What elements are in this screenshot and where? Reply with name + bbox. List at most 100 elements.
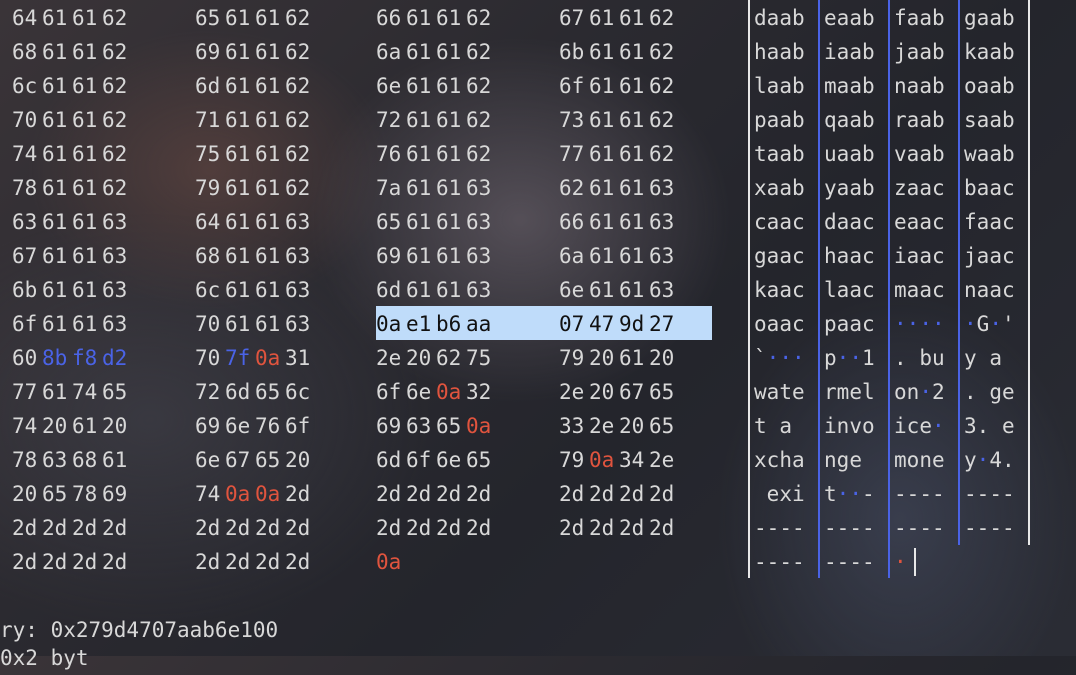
hex-byte[interactable]: 61 bbox=[406, 35, 436, 69]
ascii-chunk[interactable]: laac bbox=[824, 273, 875, 307]
hex-byte[interactable]: 63 bbox=[649, 205, 679, 239]
hex-byte[interactable]: 2d bbox=[466, 477, 496, 511]
hex-byte[interactable]: 65 bbox=[255, 443, 285, 477]
hex-byte[interactable]: 0a bbox=[376, 545, 406, 579]
hex-byte[interactable]: 20 bbox=[589, 341, 619, 375]
hex-byte[interactable]: 72 bbox=[195, 375, 225, 409]
ascii-chunk[interactable]: caac bbox=[754, 205, 805, 239]
hex-byte[interactable]: 6f bbox=[376, 375, 406, 409]
hex-byte[interactable]: 61 bbox=[406, 137, 436, 171]
hex-byte[interactable]: 78 bbox=[12, 171, 42, 205]
hex-byte[interactable]: 2d bbox=[649, 511, 679, 545]
hex-byte[interactable]: 2d bbox=[436, 477, 466, 511]
hex-byte[interactable]: 20 bbox=[619, 409, 649, 443]
hex-byte[interactable]: 62 bbox=[102, 103, 132, 137]
hex-byte[interactable]: 6f bbox=[12, 307, 42, 341]
hex-byte[interactable]: 63 bbox=[102, 239, 132, 273]
hex-byte[interactable]: 68 bbox=[195, 239, 225, 273]
hex-byte[interactable]: 70 bbox=[12, 103, 42, 137]
hex-byte[interactable]: 20 bbox=[102, 409, 132, 443]
hex-byte[interactable]: 2e bbox=[559, 375, 589, 409]
hex-byte[interactable]: 62 bbox=[466, 137, 496, 171]
hex-byte[interactable]: 2d bbox=[619, 511, 649, 545]
hex-byte[interactable]: 6d bbox=[376, 443, 406, 477]
hex-byte[interactable]: 61 bbox=[619, 103, 649, 137]
ascii-chunk[interactable]: raab bbox=[894, 103, 945, 137]
hex-byte[interactable]: 61 bbox=[72, 103, 102, 137]
hex-byte[interactable]: 27 bbox=[649, 307, 679, 341]
hex-byte[interactable]: 61 bbox=[225, 103, 255, 137]
hex-byte[interactable]: 0a bbox=[255, 477, 285, 511]
hex-byte[interactable]: 61 bbox=[436, 103, 466, 137]
hex-byte[interactable]: 62 bbox=[466, 35, 496, 69]
hex-byte[interactable]: 33 bbox=[559, 409, 589, 443]
hex-byte[interactable]: 77 bbox=[12, 375, 42, 409]
ascii-chunk[interactable]: maac bbox=[894, 273, 945, 307]
hex-byte[interactable]: 61 bbox=[619, 1, 649, 35]
hex-byte[interactable]: 2e bbox=[649, 443, 679, 477]
hex-byte[interactable]: 69 bbox=[376, 239, 406, 273]
hex-byte[interactable]: 61 bbox=[406, 103, 436, 137]
hex-byte[interactable]: 61 bbox=[436, 239, 466, 273]
ascii-chunk[interactable]: haac bbox=[824, 239, 875, 273]
ascii-chunk[interactable]: jaac bbox=[964, 239, 1015, 273]
hex-byte[interactable]: 75 bbox=[195, 137, 225, 171]
hex-byte[interactable]: 61 bbox=[225, 307, 255, 341]
hex-byte[interactable]: 61 bbox=[255, 103, 285, 137]
hex-byte[interactable]: 61 bbox=[255, 137, 285, 171]
hex-byte[interactable]: 61 bbox=[42, 375, 72, 409]
hex-byte[interactable]: 64 bbox=[195, 205, 225, 239]
hex-byte[interactable]: 2d bbox=[102, 511, 132, 545]
ascii-chunk[interactable]: naac bbox=[964, 273, 1015, 307]
hex-byte[interactable]: 62 bbox=[102, 1, 132, 35]
hex-byte[interactable]: 61 bbox=[225, 239, 255, 273]
ascii-chunk[interactable]: y a bbox=[964, 341, 1015, 375]
hex-byte[interactable]: 20 bbox=[589, 375, 619, 409]
hex-byte[interactable]: 2d bbox=[466, 511, 496, 545]
hex-byte[interactable]: 65 bbox=[42, 477, 72, 511]
ascii-chunk[interactable]: ---- bbox=[894, 477, 945, 511]
hex-byte[interactable]: 65 bbox=[436, 409, 466, 443]
hex-byte[interactable]: 63 bbox=[285, 273, 315, 307]
hex-byte[interactable]: 65 bbox=[649, 409, 679, 443]
hex-byte[interactable]: 2d bbox=[406, 511, 436, 545]
hex-byte[interactable]: 61 bbox=[72, 137, 102, 171]
hex-byte[interactable]: 61 bbox=[436, 1, 466, 35]
hex-byte[interactable]: 67 bbox=[225, 443, 255, 477]
hex-byte[interactable]: 0a bbox=[436, 375, 466, 409]
hex-byte[interactable]: 61 bbox=[619, 273, 649, 307]
ascii-chunk[interactable]: yaab bbox=[824, 171, 875, 205]
ascii-chunk[interactable]: kaab bbox=[964, 35, 1015, 69]
hex-byte[interactable]: 2d bbox=[285, 545, 315, 579]
ascii-chunk[interactable]: qaab bbox=[824, 103, 875, 137]
ascii-chunk[interactable]: ·G·' bbox=[964, 307, 1015, 341]
hex-byte[interactable]: 2d bbox=[72, 511, 102, 545]
hex-byte[interactable]: 63 bbox=[649, 273, 679, 307]
ascii-chunk[interactable]: t··- bbox=[824, 477, 875, 511]
hex-byte[interactable]: 61 bbox=[436, 171, 466, 205]
ascii-chunk[interactable]: oaab bbox=[964, 69, 1015, 103]
hex-byte[interactable]: 61 bbox=[619, 171, 649, 205]
hex-byte[interactable]: 64 bbox=[12, 1, 42, 35]
hex-byte[interactable]: 61 bbox=[255, 273, 285, 307]
ascii-chunk[interactable]: ---- bbox=[894, 511, 945, 545]
hex-byte[interactable]: 2d bbox=[589, 511, 619, 545]
hex-byte[interactable]: 2d bbox=[12, 511, 42, 545]
hex-byte[interactable]: 61 bbox=[406, 69, 436, 103]
hex-byte[interactable]: 2d bbox=[285, 477, 315, 511]
hex-byte[interactable]: 61 bbox=[436, 69, 466, 103]
hex-byte[interactable]: 61 bbox=[72, 1, 102, 35]
hex-byte[interactable]: 2e bbox=[376, 341, 406, 375]
hex-byte[interactable]: 20 bbox=[406, 341, 436, 375]
hex-byte[interactable]: 62 bbox=[466, 1, 496, 35]
hex-byte[interactable]: 20 bbox=[285, 443, 315, 477]
hex-byte[interactable]: 6e bbox=[195, 443, 225, 477]
hex-byte[interactable]: 6e bbox=[225, 409, 255, 443]
ascii-chunk[interactable]: iaab bbox=[824, 35, 875, 69]
hex-byte[interactable]: d2 bbox=[102, 341, 132, 375]
hex-byte[interactable]: 61 bbox=[42, 35, 72, 69]
hex-byte[interactable]: 63 bbox=[466, 273, 496, 307]
hex-byte[interactable]: 6c bbox=[285, 375, 315, 409]
hex-byte[interactable]: 71 bbox=[195, 103, 225, 137]
hex-byte[interactable]: 62 bbox=[285, 35, 315, 69]
